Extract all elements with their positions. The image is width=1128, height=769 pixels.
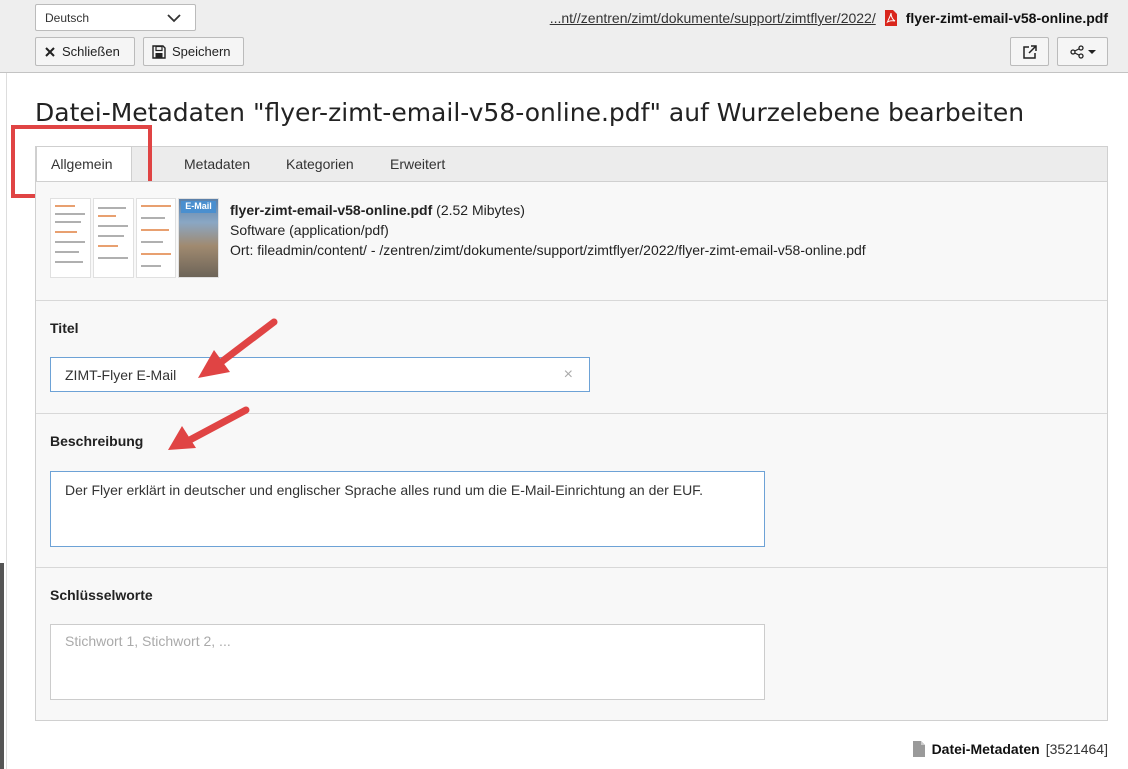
title-section: Titel ZIMT-Flyer E-Mail × xyxy=(36,301,1107,414)
file-location: Ort: fileadmin/content/ - /zentren/zimt/… xyxy=(230,242,866,258)
file-type: Software (application/pdf) xyxy=(230,222,389,238)
breadcrumb-path-link[interactable]: ...nt//zentren/zimt/dokumente/support/zi… xyxy=(550,10,876,26)
edge-scrollbar[interactable] xyxy=(0,563,4,769)
docheader: Deutsch ...nt//zentren/zimt/dokumente/su… xyxy=(0,0,1128,73)
chevron-down-icon xyxy=(167,14,181,23)
close-button[interactable]: Schließen xyxy=(35,37,135,66)
tab-allgemein[interactable]: Allgemein xyxy=(36,146,132,182)
thumbnail-page-2 xyxy=(92,198,134,278)
record-footer: Datei-Metadaten [3521464] xyxy=(912,740,1108,758)
title-label: Titel xyxy=(50,320,79,336)
thumbnail-page-4: E-Mail xyxy=(178,198,219,278)
file-size: (2.52 Mibytes) xyxy=(436,202,525,218)
open-external-button[interactable] xyxy=(1010,37,1049,66)
tab-kategorien[interactable]: Kategorien xyxy=(272,147,368,181)
save-button-label: Speichern xyxy=(172,44,231,59)
caret-down-icon xyxy=(1087,49,1096,54)
file-name: flyer-zimt-email-v58-online.pdf xyxy=(230,202,433,218)
language-select[interactable]: Deutsch xyxy=(35,4,196,31)
tab-bar: Allgemein Metadaten Kategorien Erweitert xyxy=(35,146,1108,182)
page-title: Datei-Metadaten "flyer-zimt-email-v58-on… xyxy=(35,98,1025,127)
tab-erweitert[interactable]: Erweitert xyxy=(376,147,459,181)
keywords-section: Schlüsselworte Stichwort 1, Stichwort 2,… xyxy=(36,568,1107,721)
external-link-icon xyxy=(1022,44,1037,59)
thumbnail-page-3 xyxy=(135,198,177,278)
left-scroll-edge xyxy=(0,73,8,769)
file-icon xyxy=(912,741,925,757)
record-type-label: Datei-Metadaten xyxy=(931,741,1040,757)
title-input-value: ZIMT-Flyer E-Mail xyxy=(65,367,177,383)
form-panel: E-Mail flyer-zimt-email-v58-online.pdf (… xyxy=(35,181,1108,721)
thumbnail-page-1 xyxy=(50,198,91,278)
share-icon xyxy=(1069,44,1084,59)
save-icon xyxy=(152,44,166,59)
description-textarea[interactable]: Der Flyer erklärt in deutscher und engli… xyxy=(50,471,765,547)
language-select-value: Deutsch xyxy=(45,11,90,25)
record-id: [3521464] xyxy=(1045,741,1108,757)
description-label: Beschreibung xyxy=(50,433,144,449)
pdf-icon xyxy=(884,10,897,26)
edge-line xyxy=(6,73,7,769)
close-button-label: Schließen xyxy=(62,44,120,59)
keywords-placeholder: Stichwort 1, Stichwort 2, ... xyxy=(65,633,231,649)
thumbnail-tag: E-Mail xyxy=(181,201,216,213)
share-button[interactable] xyxy=(1057,37,1108,66)
file-info-section: E-Mail flyer-zimt-email-v58-online.pdf (… xyxy=(36,182,1107,301)
file-thumbnail: E-Mail xyxy=(50,198,219,278)
clear-icon[interactable]: × xyxy=(564,366,573,384)
keywords-textarea[interactable]: Stichwort 1, Stichwort 2, ... xyxy=(50,624,765,700)
keywords-label: Schlüsselworte xyxy=(50,587,153,603)
save-button[interactable]: Speichern xyxy=(143,37,244,66)
description-section: Beschreibung Der Flyer erklärt in deutsc… xyxy=(36,414,1107,568)
tab-metadaten[interactable]: Metadaten xyxy=(170,147,264,181)
breadcrumb: ...nt//zentren/zimt/dokumente/support/zi… xyxy=(550,9,1108,27)
breadcrumb-file: flyer-zimt-email-v58-online.pdf xyxy=(905,10,1108,26)
description-value: Der Flyer erklärt in deutscher und engli… xyxy=(65,482,704,498)
title-input[interactable]: ZIMT-Flyer E-Mail × xyxy=(50,357,590,392)
close-icon xyxy=(45,46,55,57)
file-info: flyer-zimt-email-v58-online.pdf (2.52 Mi… xyxy=(230,200,866,260)
